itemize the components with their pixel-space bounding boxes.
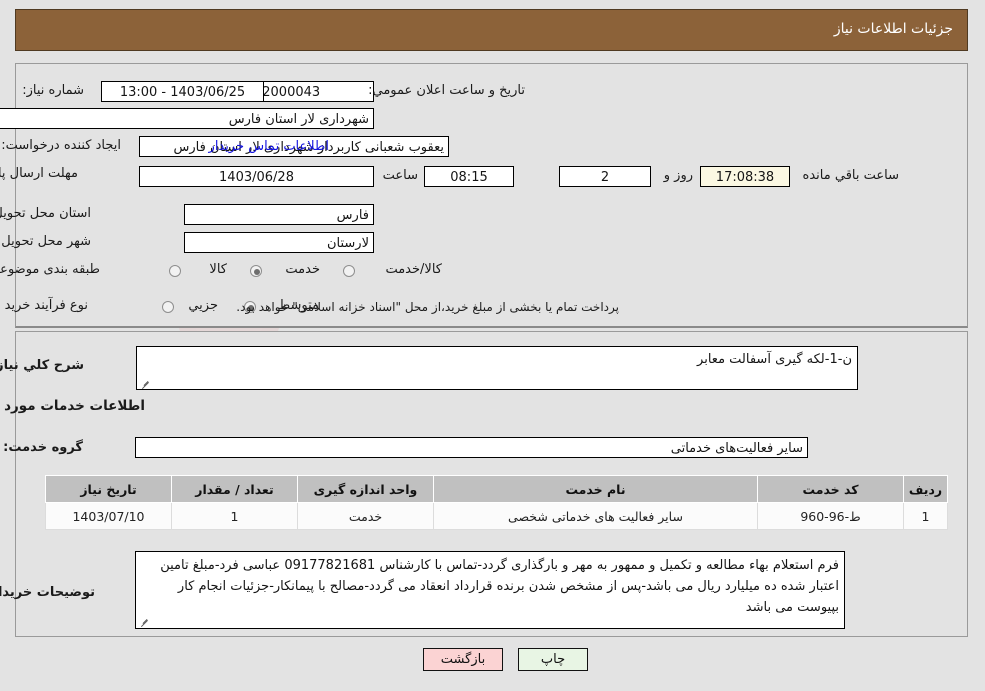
- deadline-time-value: 08:15: [425, 166, 515, 187]
- countdown-value: 17:08:38: [701, 166, 791, 187]
- cell-unit: خدمت: [298, 502, 435, 530]
- table-row: 1 ط-96-960 سایر فعالیت های خدماتی شخصی خ…: [46, 502, 949, 530]
- cell-need-date: 1403/07/10: [46, 502, 173, 530]
- cell-service-code: ط-96-960: [758, 502, 905, 530]
- city-label: شهر محل تحویل:: [0, 234, 92, 249]
- need-info-panel: [16, 63, 969, 328]
- need-number-label: شماره نیاز:: [23, 83, 85, 98]
- buyer-contact-link[interactable]: اطلاعات تماس خریدار: [210, 139, 330, 154]
- back-button[interactable]: بازگشت: [424, 648, 504, 671]
- category-option-label-2: کالا/خدمت: [386, 262, 443, 277]
- category-radio-khedmat[interactable]: [251, 265, 263, 277]
- province-label: استان محل تحویل:: [0, 206, 92, 221]
- process-option-label-0: جزیي: [189, 298, 219, 313]
- page-root: AriaTender.net جزئیات اطلاعات نیاز شماره…: [0, 0, 985, 691]
- th-unit: واحد اندازه گیری: [298, 475, 435, 503]
- category-option-label-1: خدمت: [286, 262, 321, 277]
- category-option-label-0: کالا: [210, 262, 228, 277]
- services-heading: اطلاعات خدمات مورد نیاز: [0, 398, 146, 414]
- buyer-notes-label: توضیحات خریدار:: [0, 585, 96, 600]
- deadline-date-value: 1403/06/28: [140, 166, 375, 187]
- payment-note: پرداخت تمام یا بخشی از مبلغ خرید،از محل …: [237, 300, 620, 314]
- deadline-label: مهلت ارسال پاسخ: تا تاریخ:: [0, 166, 79, 181]
- cell-quantity: 1: [172, 502, 299, 530]
- service-group-label: گروه خدمت:: [4, 440, 84, 455]
- deadline-label-text: مهلت ارسال پاسخ: تا تاریخ:: [0, 166, 79, 181]
- category-radio-kala-khedmat[interactable]: [344, 265, 356, 277]
- description-label: شرح کلي نیاز:: [0, 358, 85, 373]
- public-announce-label: تاریخ و ساعت اعلان عمومي:: [369, 83, 526, 98]
- category-radio-kala[interactable]: [170, 265, 182, 277]
- process-radio-jozi[interactable]: [163, 301, 175, 313]
- print-button[interactable]: چاپ: [519, 648, 589, 671]
- remaining-days-label: روز و: [664, 168, 694, 183]
- province-value: فارس: [185, 204, 375, 225]
- countdown-label: ساعت باقي مانده: [803, 168, 900, 183]
- services-table: ردیف کد خدمت نام خدمت واحد اندازه گیری ت…: [46, 475, 949, 530]
- table-header-row: ردیف کد خدمت نام خدمت واحد اندازه گیری ت…: [46, 475, 949, 503]
- process-type-label: نوع فرآیند خرید :: [0, 298, 89, 313]
- public-announce-value: 1403/06/25 - 13:00: [102, 81, 265, 102]
- description-value[interactable]: ن-1-لکه گیری آسفالت معابر: [137, 346, 859, 390]
- th-service-code: کد خدمت: [758, 475, 905, 503]
- th-quantity: تعداد / مقدار: [172, 475, 299, 503]
- creator-label: ایجاد کننده درخواست:: [2, 138, 122, 153]
- buyer-notes-value[interactable]: فرم استعلام بهاء مطالعه و تکمیل و ممهور …: [136, 551, 846, 629]
- th-service-name: نام خدمت: [434, 475, 759, 503]
- th-need-date: تاریخ نیاز: [46, 475, 173, 503]
- cell-row-no: 1: [904, 502, 949, 530]
- deadline-hour-label: ساعت: [383, 168, 419, 183]
- city-value: لارستان: [185, 232, 375, 253]
- th-row-no: ردیف: [904, 475, 949, 503]
- cell-service-name: سایر فعالیت های خدماتی شخصی: [434, 502, 759, 530]
- remaining-days-value: 2: [560, 166, 652, 187]
- page-title: جزئیات اطلاعات نیاز: [834, 21, 954, 37]
- page-header-bar: جزئیات اطلاعات نیاز: [16, 9, 969, 51]
- buyer-org-value: شهرداری لار استان فارس: [0, 108, 375, 129]
- category-label: طبقه بندی موضوعی:: [0, 262, 101, 277]
- service-group-value[interactable]: سایر فعالیت‌های خدماتی: [136, 437, 809, 458]
